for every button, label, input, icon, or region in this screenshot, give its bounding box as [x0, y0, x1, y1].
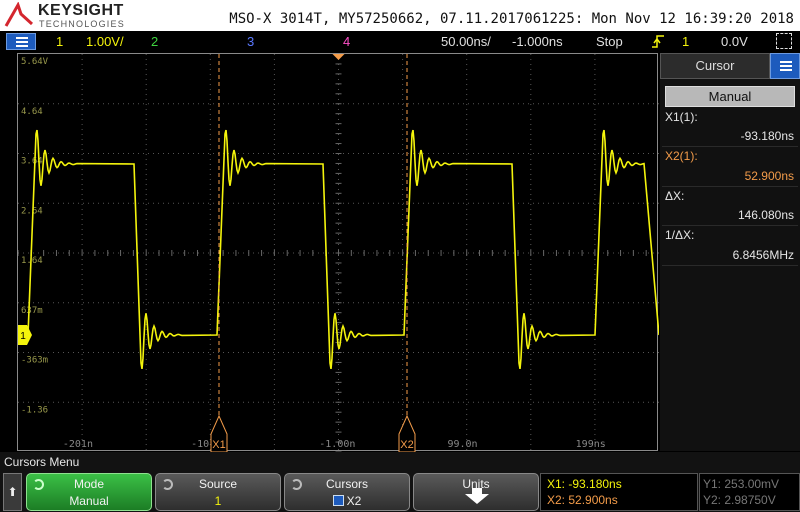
cursor-x1-tag: X1	[212, 439, 225, 451]
y-axis-label: 4.64	[21, 107, 43, 117]
waveform-plot: 5.64V4.643.642.641.64637m-363m-1.36-201n…	[18, 54, 659, 452]
cursor-panel-title[interactable]: Cursor	[660, 53, 770, 79]
x-axis-label: 99.0n	[447, 439, 477, 450]
readout-x2: X2: 52.900ns	[547, 493, 618, 507]
channel1-number[interactable]: 1	[56, 34, 63, 49]
source-softkey-title: Source	[198, 477, 238, 491]
cursor-mode-button[interactable]: Manual	[665, 86, 795, 107]
channel2-number[interactable]: 2	[151, 34, 158, 49]
checkbox-icon	[332, 495, 344, 506]
mode-softkey-title: Mode	[73, 477, 105, 491]
delta-x-value: 146.080ns	[737, 208, 794, 222]
waveform-display[interactable]: 5.64V 4.64 3.64 2.64 1.64 637m -363m -1.36 -201n…	[17, 53, 659, 452]
channel4-number[interactable]: 4	[343, 34, 350, 49]
source-softkey-value: 1	[214, 494, 222, 508]
trigger-level[interactable]: 0.0V	[721, 34, 748, 49]
cursors-softkey[interactable]: Cursors X2	[284, 473, 410, 511]
brand-subtitle: TECHNOLOGIES	[39, 19, 125, 29]
cursor-select-icon[interactable]	[776, 33, 792, 49]
cursors-softkey-title: Cursors	[325, 477, 368, 491]
y-axis-label: 5.64V	[21, 57, 49, 67]
menu-up-button[interactable]: ⬆	[3, 473, 22, 511]
y-axis-label: 637m	[21, 306, 43, 316]
title-bar: KEYSIGHT TECHNOLOGIES MSO-X 3014T, MY572…	[0, 0, 800, 31]
cursor-y-readout: Y1: 253.00mV Y2: 2.98750V	[699, 473, 800, 511]
instrument-info: MSO-X 3014T, MY57250662, 07.11.201706122…	[229, 11, 794, 27]
trigger-edge-icon	[652, 35, 664, 48]
inverse-delta-x-value: 6.8456MHz	[732, 248, 794, 262]
mode-softkey[interactable]: Mode Manual	[26, 473, 152, 511]
delta-x-label: ΔX:	[665, 189, 685, 203]
units-softkey[interactable]: Units	[413, 473, 539, 511]
mode-softkey-value: Manual	[69, 494, 109, 508]
main-menu-button[interactable]	[6, 33, 36, 50]
channel1-scale[interactable]: 1.00V/	[86, 34, 124, 49]
readout-x1: X1: -93.180ns	[547, 477, 622, 491]
cursor-panel: Cursor Manual X1(1): -93.180ns X2(1): 52…	[660, 53, 800, 451]
readout-y2: Y2: 2.98750V	[703, 493, 776, 507]
x-axis-label: -201n	[63, 439, 93, 450]
y-axis-label: 2.64	[21, 206, 43, 216]
x2-label: X2(1):	[665, 149, 698, 163]
cursor-x2-tag: X2	[400, 439, 413, 451]
status-bar: 1 1.00V/ 2 3 4 50.00ns/ -1.000ns Stop 1 …	[0, 31, 800, 52]
readout-y1: Y1: 253.00mV	[703, 477, 780, 491]
keysight-logo-icon	[4, 2, 34, 27]
menu-name: Cursors Menu	[4, 455, 80, 469]
inverse-delta-x-label: 1/ΔX:	[665, 228, 695, 242]
ground-marker-label: 1	[20, 331, 26, 342]
x2-value: 52.900ns	[744, 169, 794, 183]
cursors-softkey-value: X2	[346, 494, 362, 508]
x-axis-label: -1.00n	[319, 439, 355, 450]
timebase-scale[interactable]: 50.00ns/	[441, 34, 491, 49]
run-state: Stop	[596, 34, 623, 49]
submenu-arrow-icon	[465, 488, 489, 504]
x1-value: -93.180ns	[740, 129, 794, 143]
source-softkey[interactable]: Source 1	[155, 473, 281, 511]
cursor-x-readout: X1: -93.180ns X2: 52.900ns	[540, 473, 698, 511]
x-axis-label: 199ns	[576, 439, 606, 450]
y-axis-label: -363m	[21, 356, 48, 366]
channel3-number[interactable]: 3	[247, 34, 254, 49]
brand-name: KEYSIGHT	[38, 2, 124, 19]
timebase-delay[interactable]: -1.000ns	[512, 34, 563, 49]
x-axis-label: -10	[191, 439, 209, 450]
trigger-source[interactable]: 1	[682, 34, 689, 49]
x1-label: X1(1):	[665, 110, 698, 124]
y-axis-label: -1.36	[21, 405, 48, 415]
trigger-position-icon	[332, 54, 345, 60]
panel-menu-button[interactable]	[770, 53, 800, 79]
